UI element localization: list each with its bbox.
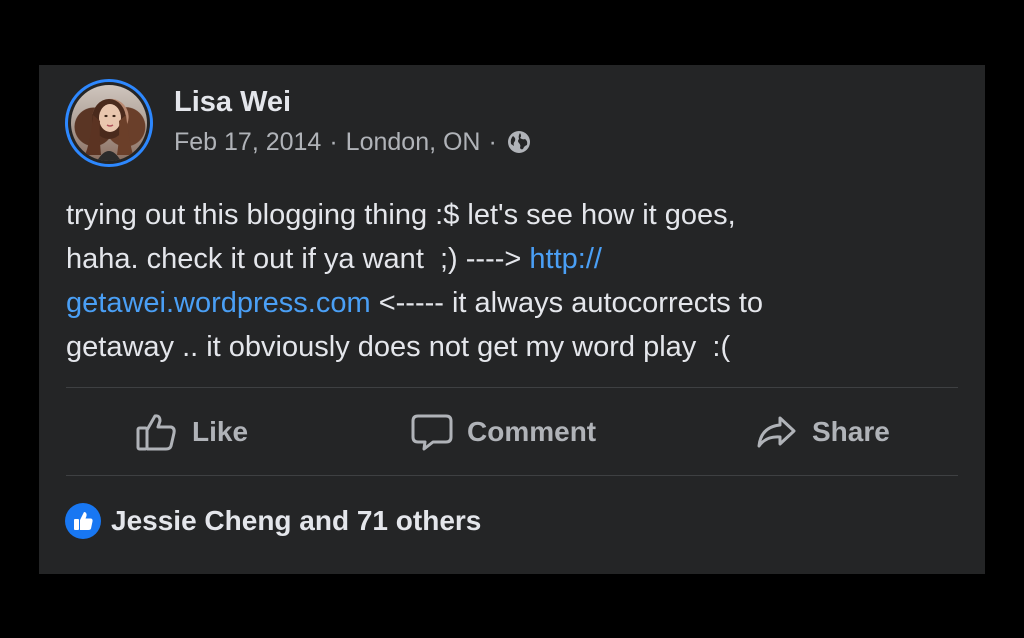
avatar-portrait [85,99,133,161]
post-card: Lisa Wei Feb 17, 2014 · London, ON · try… [39,65,985,574]
post-header: Lisa Wei Feb 17, 2014 · London, ON · [65,79,531,167]
post-meta: Feb 17, 2014 · London, ON · [174,127,531,157]
share-arrow-icon [757,416,796,448]
meta-separator: · [329,128,338,156]
post-text-intro: trying out this blogging thing :$ let's … [66,199,736,275]
like-button[interactable]: Like [136,388,248,476]
like-reaction-icon [65,503,101,539]
avatar-ring[interactable] [65,79,153,167]
post-location[interactable]: London, ON [346,127,481,157]
reactions-summary[interactable]: Jessie Cheng and 71 others [65,503,481,539]
comment-icon [411,414,453,451]
avatar[interactable] [71,85,147,161]
meta-separator: · [488,128,497,156]
like-label: Like [192,416,249,447]
comment-button[interactable]: Comment [411,388,596,476]
share-label: Share [812,416,890,447]
thumbs-up-icon [136,414,176,451]
author-name[interactable]: Lisa Wei [174,85,531,119]
globe-icon[interactable] [507,130,531,154]
action-bar: Like Comment Share [66,388,958,476]
author-info: Lisa Wei Feb 17, 2014 · London, ON · [174,86,531,157]
comment-label: Comment [467,416,597,447]
share-button[interactable]: Share [756,388,890,476]
post-date[interactable]: Feb 17, 2014 [174,127,321,157]
divider [66,475,958,476]
reaction-summary-text[interactable]: Jessie Cheng and 71 others [111,505,481,537]
post-body: trying out this blogging thing :$ let's … [66,193,946,369]
